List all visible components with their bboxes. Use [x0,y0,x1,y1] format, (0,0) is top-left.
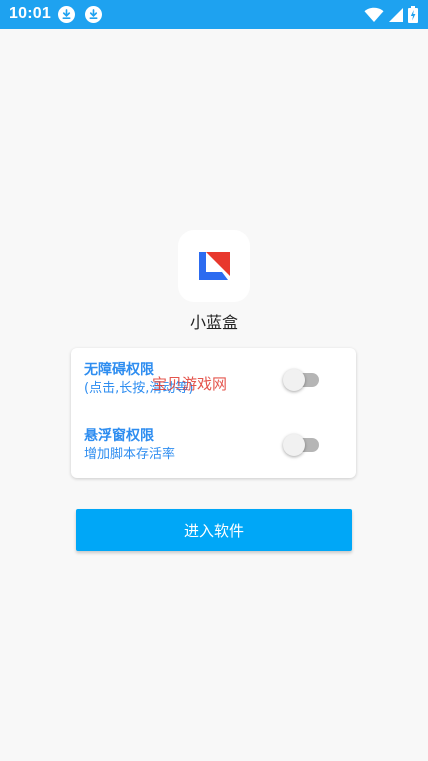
permission-title: 无障碍权限 [84,362,154,378]
toggle-thumb [283,434,305,456]
download-icon [85,6,102,23]
wifi-icon [364,7,384,22]
status-time: 10:01 [9,5,51,22]
overlay-toggle[interactable] [283,433,321,457]
enter-app-button[interactable]: 进入软件 [76,509,352,551]
toggle-thumb [283,369,305,391]
permission-description: 增加脚本存活率 [84,447,176,462]
download-icon [58,6,75,23]
accessibility-toggle[interactable] [283,368,321,392]
accessibility-permission: 无障碍权限 (点击,长按,滑动等) [84,360,193,397]
app-name: 小蓝盒 [189,313,238,332]
permission-description: (点击,长按,滑动等) [84,381,194,396]
permissions-card: 无障碍权限 (点击,长按,滑动等) 悬浮窗权限 增加脚本存活率 [71,348,356,478]
permission-title: 悬浮窗权限 [84,428,154,444]
app-logo [178,230,250,302]
status-bar: 10:01 [0,0,428,29]
app-logo-icon [199,252,230,280]
overlay-permission: 悬浮窗权限 增加脚本存活率 [84,426,175,463]
battery-charging-icon [408,6,418,23]
signal-icon [389,7,403,22]
